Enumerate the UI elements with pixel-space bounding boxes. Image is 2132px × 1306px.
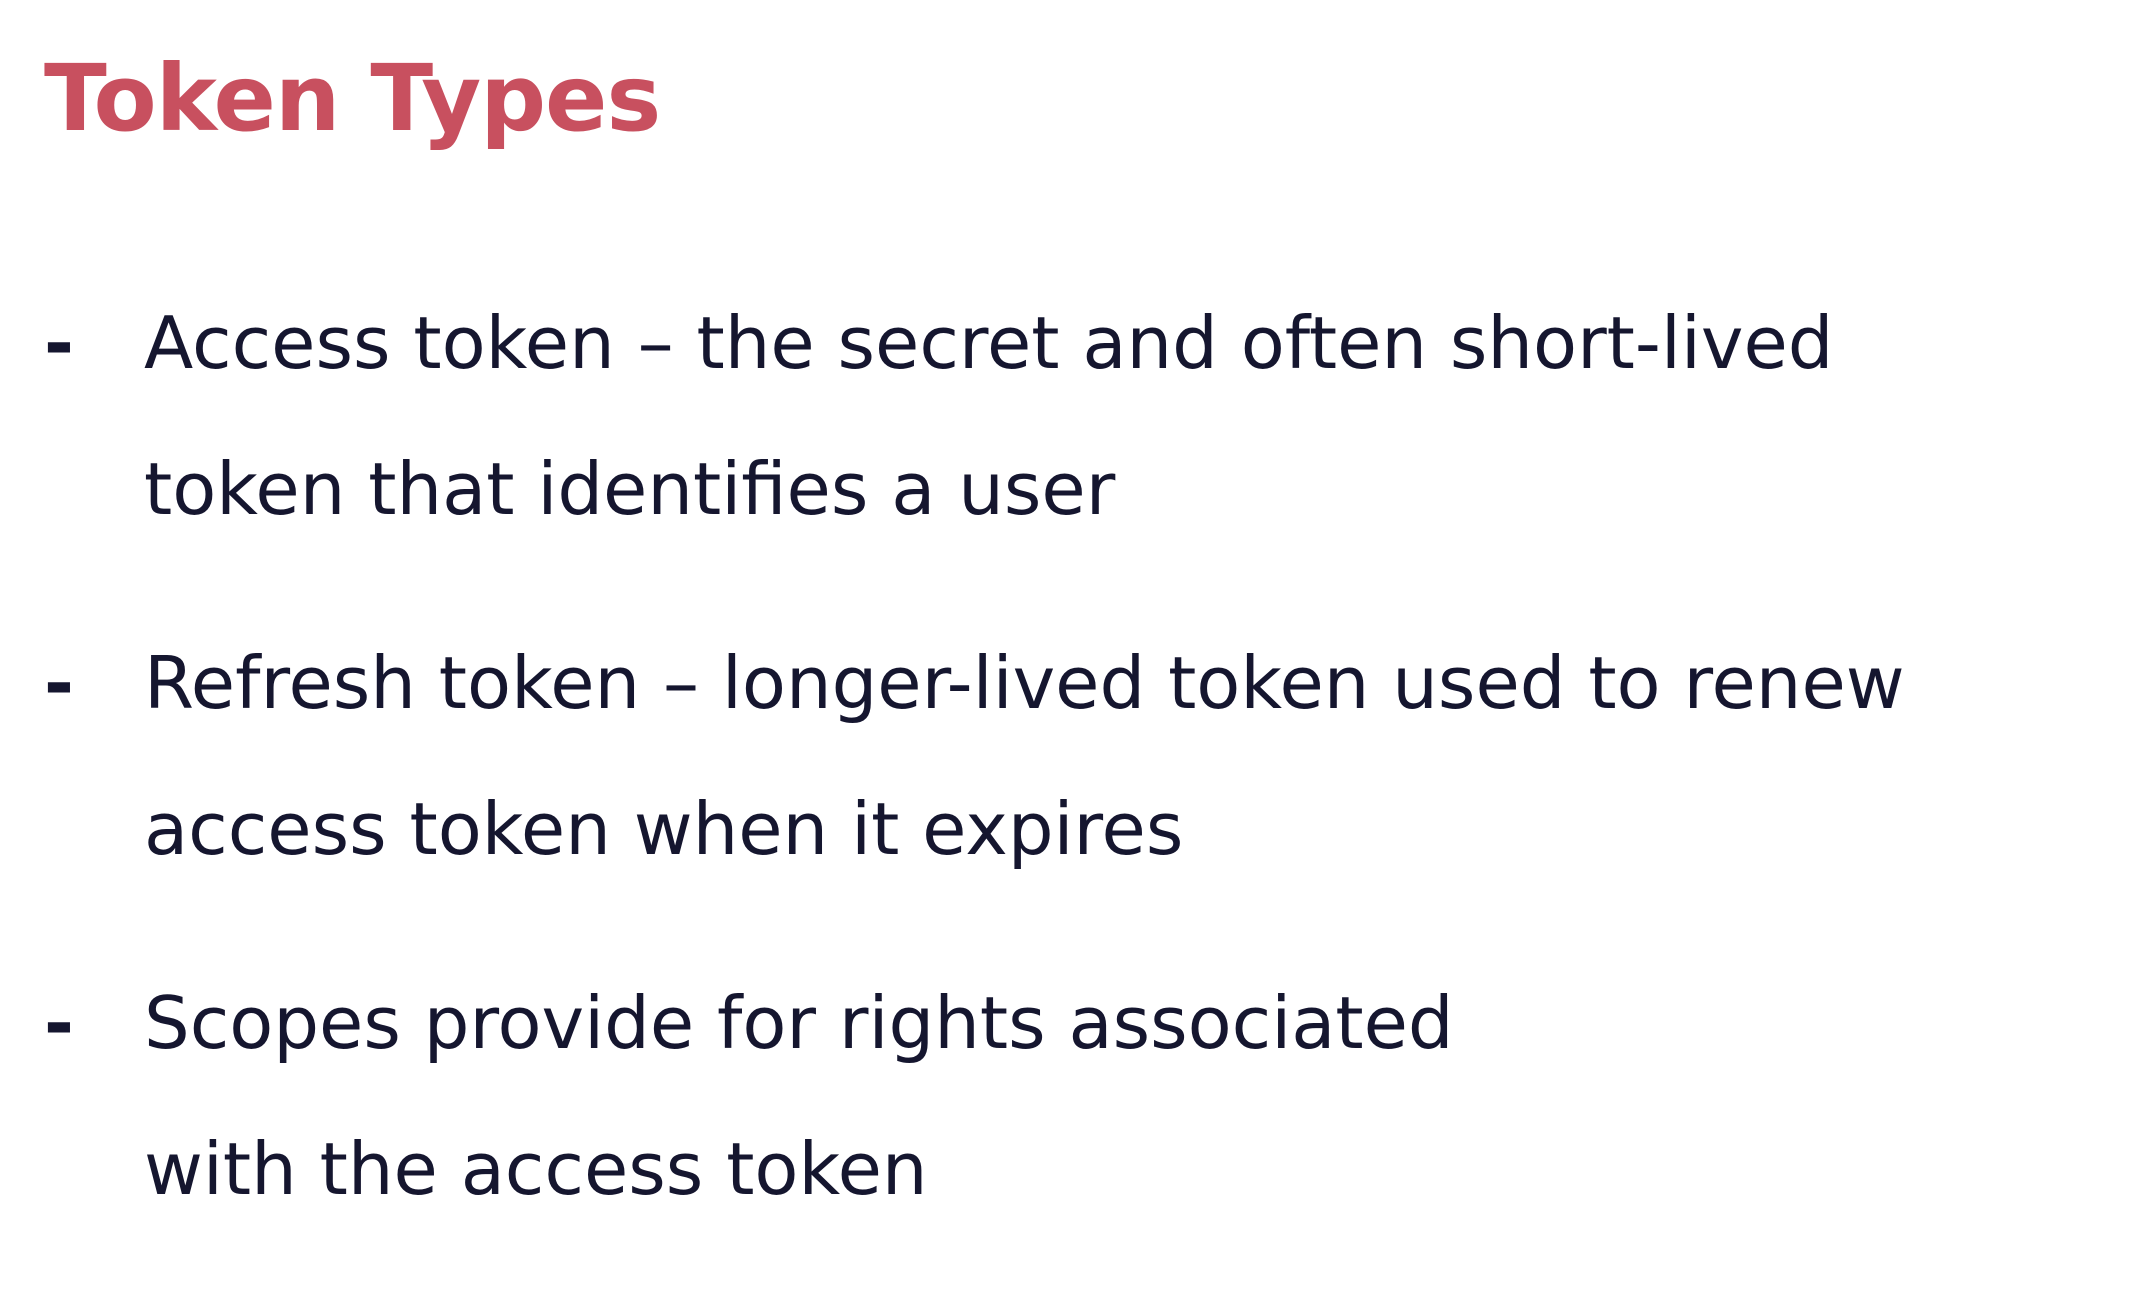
bullet-line: with the access token [144, 1127, 928, 1211]
slide: Token Types - Access token – the secret … [0, 0, 2132, 1306]
bullet-list: - Access token – the secret and often sh… [44, 270, 2074, 1290]
bullet-scopes: - Scopes provide for rights associated w… [44, 950, 2074, 1242]
bullet-dash: - [44, 641, 74, 725]
bullet-line: Access token – the secret and often shor… [144, 301, 1834, 385]
bullet-refresh-token: - Refresh token – longer-lived token use… [44, 610, 2074, 902]
bullet-text: Scopes provide for rights associated wit… [144, 950, 2074, 1242]
bullet-line: Scopes provide for rights associated [144, 981, 1454, 1065]
bullet-dash: - [44, 981, 74, 1065]
bullet-dash: - [44, 301, 74, 385]
bullet-text: Refresh token – longer-lived token used … [144, 610, 2074, 902]
bullet-line: token that identifies a user [144, 447, 1116, 531]
bullet-line: access token when it expires [144, 787, 1184, 871]
bullet-text: Access token – the secret and often shor… [144, 270, 2074, 562]
bullet-line: Refresh token – longer-lived token used … [144, 641, 1905, 725]
bullet-access-token: - Access token – the secret and often sh… [44, 270, 2074, 562]
slide-title: Token Types [44, 45, 661, 152]
